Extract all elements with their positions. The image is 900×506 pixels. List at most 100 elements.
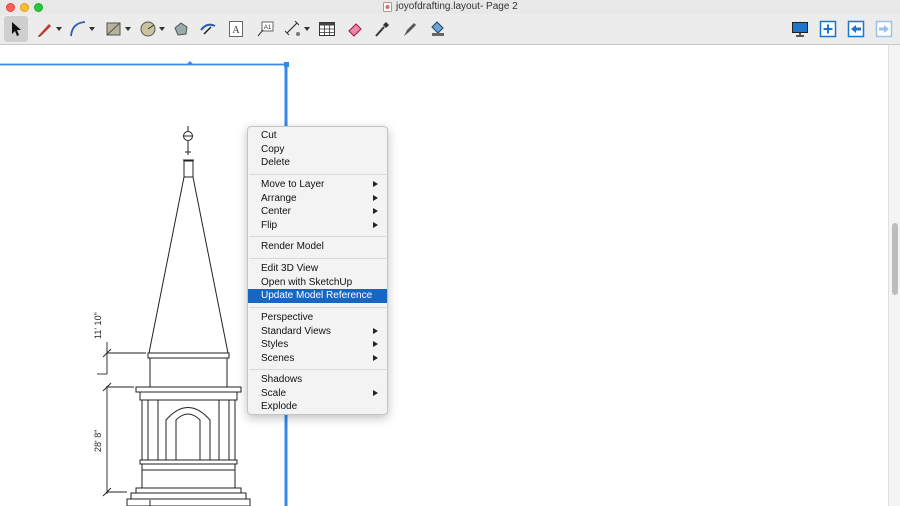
scrollbar-thumb[interactable] — [892, 223, 898, 295]
close-window-button[interactable] — [6, 3, 15, 12]
menu-item-cut[interactable]: Cut — [248, 129, 387, 143]
menu-item-standard-views[interactable]: Standard Views — [248, 325, 387, 339]
eyedropper-icon — [375, 22, 389, 37]
label-tool-button[interactable]: A1 — [254, 16, 276, 42]
presentation-button[interactable] — [789, 16, 811, 42]
viewport-selection-box[interactable] — [0, 61, 289, 506]
offset-tool-button[interactable] — [170, 16, 192, 42]
previous-page-icon — [847, 20, 865, 38]
split-icon — [200, 23, 216, 35]
dimension-annotations — [97, 342, 146, 497]
table-tool-button[interactable] — [316, 16, 338, 42]
submenu-arrow-icon — [373, 208, 378, 214]
pencil-icon — [38, 24, 51, 37]
menu-item-label: Scenes — [261, 352, 295, 364]
menu-separator — [249, 258, 386, 259]
menu-separator — [249, 236, 386, 237]
minimize-window-button[interactable] — [20, 3, 29, 12]
menu-item-label: Cut — [261, 130, 277, 141]
menu-item-flip[interactable]: Flip — [248, 219, 387, 233]
label-icon: A1 — [257, 21, 274, 37]
arc-icon — [70, 21, 86, 37]
submenu-arrow-icon — [373, 181, 378, 187]
circle-icon — [140, 21, 156, 37]
menu-item-move-to-layer[interactable]: Move to Layer — [248, 178, 387, 192]
menu-item-render-model[interactable]: Render Model — [248, 240, 387, 254]
text-icon: A — [229, 21, 243, 37]
menu-item-edit-3d-view[interactable]: Edit 3D View — [248, 262, 387, 276]
dimension-label-upper: 11' 10" — [93, 312, 103, 339]
submenu-arrow-icon — [373, 341, 378, 347]
dimension-icon — [284, 20, 300, 36]
document-canvas[interactable]: 11' 10" 28' 8" — [0, 45, 888, 506]
menu-item-label: Open with SketchUp — [261, 276, 353, 288]
pen-icon — [404, 23, 416, 36]
eraser-icon — [348, 23, 362, 37]
svg-text:A: A — [232, 25, 240, 36]
add-page-button[interactable] — [817, 16, 839, 42]
menu-item-perspective[interactable]: Perspective — [248, 311, 387, 325]
menu-separator — [249, 307, 386, 308]
submenu-arrow-icon — [373, 389, 378, 396]
arc-tool-button[interactable] — [67, 16, 97, 42]
layout-document-icon — [383, 2, 392, 12]
menu-item-label: Edit 3D View — [261, 263, 319, 274]
menu-item-label: Move to Layer — [261, 179, 325, 190]
arrow-cursor-icon — [12, 22, 21, 36]
join-tool-button[interactable] — [399, 16, 421, 42]
scrapbook-tool-button[interactable] — [427, 16, 449, 42]
stamp-icon — [431, 21, 444, 36]
zoom-window-button[interactable] — [34, 3, 43, 12]
menu-item-copy[interactable]: Copy — [248, 143, 387, 157]
svg-text:A1: A1 — [264, 25, 272, 31]
menu-item-open-with-sketchup[interactable]: Open with SketchUp — [248, 276, 387, 290]
split-tool-button[interactable] — [197, 16, 219, 42]
menu-item-label: Arrange — [261, 192, 297, 204]
offset-icon — [174, 22, 188, 36]
menu-separator — [249, 369, 386, 370]
menu-item-delete[interactable]: Delete — [248, 156, 387, 170]
menu-item-styles[interactable]: Styles — [248, 338, 387, 352]
menu-item-label: Perspective — [261, 312, 314, 323]
previous-page-button[interactable] — [845, 16, 867, 42]
menu-item-label: Render Model — [261, 241, 324, 252]
circle-tool-button[interactable] — [137, 16, 167, 42]
table-icon — [319, 22, 335, 36]
next-page-icon — [875, 20, 893, 38]
menu-item-scale[interactable]: Scale — [248, 387, 387, 401]
monitor-icon — [792, 22, 808, 37]
window-title: joyofdrafting.layout- Page 2 — [396, 1, 518, 12]
menu-item-label: Scale — [261, 387, 287, 399]
rectangle-icon — [106, 22, 121, 36]
menu-item-label: Explode — [261, 401, 298, 412]
menu-item-scenes[interactable]: Scenes — [248, 352, 387, 366]
menu-item-label: Delete — [261, 157, 290, 168]
menu-item-label: Flip — [261, 219, 278, 231]
eraser-tool-button[interactable] — [344, 16, 366, 42]
menu-item-label: Styles — [261, 339, 289, 350]
menu-item-label: Shadows — [261, 374, 303, 385]
menu-item-shadows[interactable]: Shadows — [248, 373, 387, 387]
line-tool-button[interactable] — [34, 16, 64, 42]
add-page-icon — [819, 20, 837, 38]
steeple-drawing — [126, 126, 251, 506]
menu-item-explode[interactable]: Explode — [248, 400, 387, 414]
text-tool-button[interactable]: A — [225, 16, 247, 42]
menu-item-label: Standard Views — [261, 325, 331, 337]
submenu-arrow-icon — [373, 221, 378, 228]
context-menu: Cut Copy Delete Move to Layer Arrange Ce… — [247, 126, 388, 415]
menu-item-label: Update Model Reference — [261, 290, 373, 301]
dimension-tool-button[interactable] — [282, 16, 312, 42]
submenu-arrow-icon — [373, 327, 378, 334]
next-page-button[interactable] — [873, 16, 895, 42]
menu-item-center[interactable]: Center — [248, 205, 387, 219]
submenu-arrow-icon — [373, 194, 378, 201]
vertical-scrollbar[interactable] — [888, 45, 900, 506]
menu-item-arrange[interactable]: Arrange — [248, 192, 387, 206]
menu-separator — [249, 174, 386, 175]
menu-item-label: Center — [261, 206, 292, 217]
rectangle-tool-button[interactable] — [103, 16, 133, 42]
menu-item-update-model-reference[interactable]: Update Model Reference — [248, 289, 387, 303]
style-tool-button[interactable] — [371, 16, 393, 42]
select-tool-button[interactable] — [4, 16, 28, 42]
